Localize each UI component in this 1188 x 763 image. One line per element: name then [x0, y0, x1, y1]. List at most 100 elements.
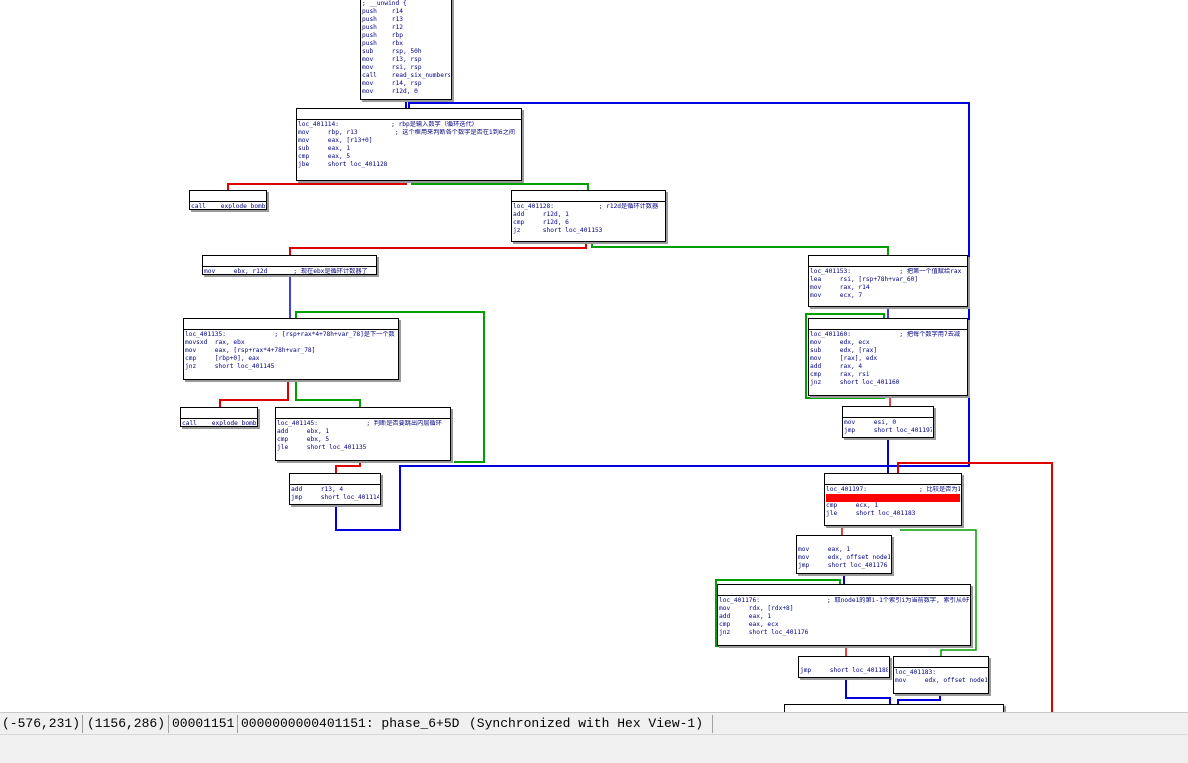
- node-explode-bomb-1[interactable]: call explode_bomb: [189, 190, 267, 210]
- asm-line[interactable]: cmp ecx, 1: [826, 502, 960, 510]
- asm-line[interactable]: add ebx, 1: [277, 428, 449, 436]
- asm-line[interactable]: cmp eax, ecx: [719, 621, 969, 629]
- edge-401114-explode: [227, 182, 407, 190]
- edge-401114-401128: [411, 182, 589, 190]
- edge-401128-401153: [591, 242, 889, 255]
- asm-line[interactable]: push r14: [362, 8, 450, 16]
- asm-line[interactable]: call read_six_numbers: [362, 72, 450, 80]
- asm-line[interactable]: cmp ebx, 5: [277, 436, 449, 444]
- asm-line[interactable]: jmp short loc_401176: [798, 562, 890, 570]
- node-add-r13[interactable]: add r13, 4 jmp short loc_401114: [289, 473, 381, 505]
- asm-line[interactable]: mov edx, offset node1: [798, 554, 890, 562]
- asm-line[interactable]: jnz short loc_401160: [810, 379, 966, 387]
- asm-line[interactable]: mov eax, 1: [798, 546, 890, 554]
- asm-line[interactable]: mov rdx, [rdx+8]: [719, 605, 969, 613]
- asm-line[interactable]: cmp r12d, 6: [513, 219, 664, 227]
- node-loc-401145[interactable]: loc_401145: ; 判断是否要跳出内层循环 add ebx, 1 cmp e…: [275, 407, 451, 461]
- asm-line[interactable]: loc_401153: ; 把第一个值赋给rax: [810, 268, 966, 276]
- asm-line[interactable]: mov r14, rsp: [362, 80, 450, 88]
- asm-line[interactable]: mov ecx, 7: [810, 292, 966, 300]
- asm-line[interactable]: call explode_bomb: [191, 203, 265, 211]
- asm-line[interactable]: mov rbp, r13 ; 这个框用来判断各个数字是否在1到6之间: [298, 129, 520, 137]
- asm-line[interactable]: jmp short loc_401188: [800, 667, 888, 675]
- asm-line[interactable]: push rbp: [362, 32, 450, 40]
- asm-line[interactable]: jnz short loc_401176: [719, 629, 969, 637]
- asm-line[interactable]: mov eax, [rsp+rax*4+78h+var_78]: [185, 347, 397, 355]
- edge-jmp-below: [845, 678, 891, 704]
- asm-line[interactable]: mov eax, [r13+0]: [298, 137, 520, 145]
- node-mov-ebx[interactable]: mov ebx, r12d ; 现在ebx是循环计数器了: [202, 255, 377, 275]
- asm-line[interactable]: add r13, 4: [291, 486, 379, 494]
- asm-line[interactable]: push rbx: [362, 40, 450, 48]
- node-mov-esi[interactable]: mov esi, 0 jmp short loc_401197: [842, 406, 934, 438]
- asm-line[interactable]: cmp eax, 5: [298, 153, 520, 161]
- asm-line[interactable]: loc_401145: ; 判断是否要跳出内层循环: [277, 420, 449, 428]
- asm-line[interactable]: jbe short loc_401128: [298, 161, 520, 169]
- asm-line[interactable]: ; __unwind {: [362, 0, 450, 8]
- asm-line[interactable]: push r13: [362, 16, 450, 24]
- edge-401145-addr13: [335, 462, 361, 473]
- asm-line[interactable]: sub edx, [rax]: [810, 347, 966, 355]
- asm-line[interactable]: mov edx, ecx: [810, 339, 966, 347]
- node-loc-401153[interactable]: loc_401153: ; 把第一个值赋给rax lea rsi, [rsp+78…: [808, 255, 968, 307]
- node-loc-401183[interactable]: loc_401183: mov edx, offset node1: [893, 656, 989, 694]
- edge-401128-movebx: [289, 242, 587, 255]
- asm-line[interactable]: loc_401135: ; [rsp+rax*4+78h+var_78]是下一个…: [185, 331, 397, 339]
- node-mov-eax-1[interactable]: mov eax, 1 mov edx, offset node1 jmp short…: [796, 535, 892, 574]
- asm-line[interactable]: loc_401183:: [895, 669, 987, 677]
- node-loc-401176[interactable]: loc_401176: ; 取node1的第i-1个索引i为当前数字, 索引从0…: [717, 584, 971, 646]
- asm-line[interactable]: add rax, 4: [810, 363, 966, 371]
- asm-line[interactable]: jle short loc_401135: [277, 444, 449, 452]
- asm-line[interactable]: call explode_bomb: [182, 420, 256, 428]
- asm-line[interactable]: mov ecx, [rsp+rsi+78h+var_78]: [826, 494, 960, 502]
- edge-401135-401145: [295, 380, 361, 407]
- asm-line[interactable]: jz short loc_401153: [513, 227, 664, 235]
- status-file-offset: 00001151: [172, 716, 235, 731]
- asm-line[interactable]: add eax, 1: [719, 613, 969, 621]
- asm-line[interactable]: jnz short loc_401145: [185, 363, 397, 371]
- asm-line[interactable]: cmp rax, rsi: [810, 371, 966, 379]
- asm-line[interactable]: sub eax, 1: [298, 145, 520, 153]
- asm-line[interactable]: jle short loc_401183: [826, 510, 960, 518]
- status-bar: (-576,231) (1156,286) 00001151 000000000…: [0, 712, 1188, 735]
- asm-line[interactable]: mov ebx, r12d ; 现在ebx是循环计数器了: [204, 268, 375, 276]
- asm-line[interactable]: jmp short loc_401114: [291, 494, 379, 502]
- asm-line[interactable]: push r12: [362, 24, 450, 32]
- asm-line[interactable]: movsxd rax, ebx: [185, 339, 397, 347]
- node-loc-401128[interactable]: loc_401128: ; r12d是循环计数器 add r12d, 1 cmp r…: [511, 190, 666, 242]
- status-mouse-coords: (-576,231): [2, 716, 81, 731]
- asm-line[interactable]: mov [rax], edx: [810, 355, 966, 363]
- asm-line[interactable]: loc_401160: ; 把每个数字用7去减: [810, 331, 966, 339]
- asm-line[interactable]: mov rax, r14: [810, 284, 966, 292]
- asm-line[interactable]: loc_401114: ; rbp是输入数字（循环迭代）: [298, 121, 520, 129]
- edge-401135-explode: [219, 380, 289, 407]
- asm-line[interactable]: cmp [rbp+0], eax: [185, 355, 397, 363]
- asm-line[interactable]: mov r13, rsp: [362, 56, 450, 64]
- asm-line[interactable]: jmp short loc_401197: [844, 427, 932, 435]
- asm-line[interactable]: lea rsi, [rsp+78h+var_60]: [810, 276, 966, 284]
- asm-line[interactable]: loc_401128: ; r12d是循环计数器: [513, 203, 664, 211]
- asm-line[interactable]: mov edx, offset node1: [895, 677, 987, 685]
- node-loc-401197[interactable]: loc_401197: ; 比较是否为1 mov ecx, [rsp+rsi+78…: [824, 473, 962, 526]
- node-below-partial[interactable]: [784, 704, 1004, 712]
- bottom-panel: [0, 734, 1188, 763]
- asm-line[interactable]: sub rsp, 50h: [362, 48, 450, 56]
- asm-line[interactable]: add r12d, 1: [513, 211, 664, 219]
- node-jmp-401188[interactable]: jmp short loc_401188: [798, 656, 890, 678]
- asm-line[interactable]: mov esi, 0: [844, 419, 932, 427]
- status-sync: (Synchronized with Hex View-1): [469, 716, 704, 731]
- node-explode-bomb-2[interactable]: call explode_bomb: [180, 407, 258, 427]
- asm-line[interactable]: mov r12d, 0: [362, 88, 450, 96]
- asm-line[interactable]: loc_401176: ; 取node1的第i-1个索引i为当前数字, 索引从0…: [719, 597, 969, 605]
- edge-401183-below: [897, 694, 941, 704]
- asm-line[interactable]: loc_401197: ; 比较是否为1: [826, 486, 960, 494]
- graph-edges: [219, 100, 1053, 712]
- node-loc-401160[interactable]: loc_401160: ; 把每个数字用7去减 mov edx, ecx sub e…: [808, 318, 968, 396]
- graph-view[interactable]: ; __unwind {push r14 push r13 push r12 push…: [0, 0, 1188, 712]
- node-entry[interactable]: ; __unwind {push r14 push r13 push r12 push…: [360, 0, 452, 100]
- status-address: 0000000000401151: phase_6+5D: [241, 716, 460, 731]
- asm-line[interactable]: mov rsi, rsp: [362, 64, 450, 72]
- node-loc-401135[interactable]: loc_401135: ; [rsp+rax*4+78h+var_78]是下一个…: [183, 318, 399, 380]
- node-loc-401114[interactable]: loc_401114: ; rbp是输入数字（循环迭代） mov rbp, r13…: [296, 108, 522, 181]
- status-view-coords: (1156,286): [87, 716, 166, 731]
